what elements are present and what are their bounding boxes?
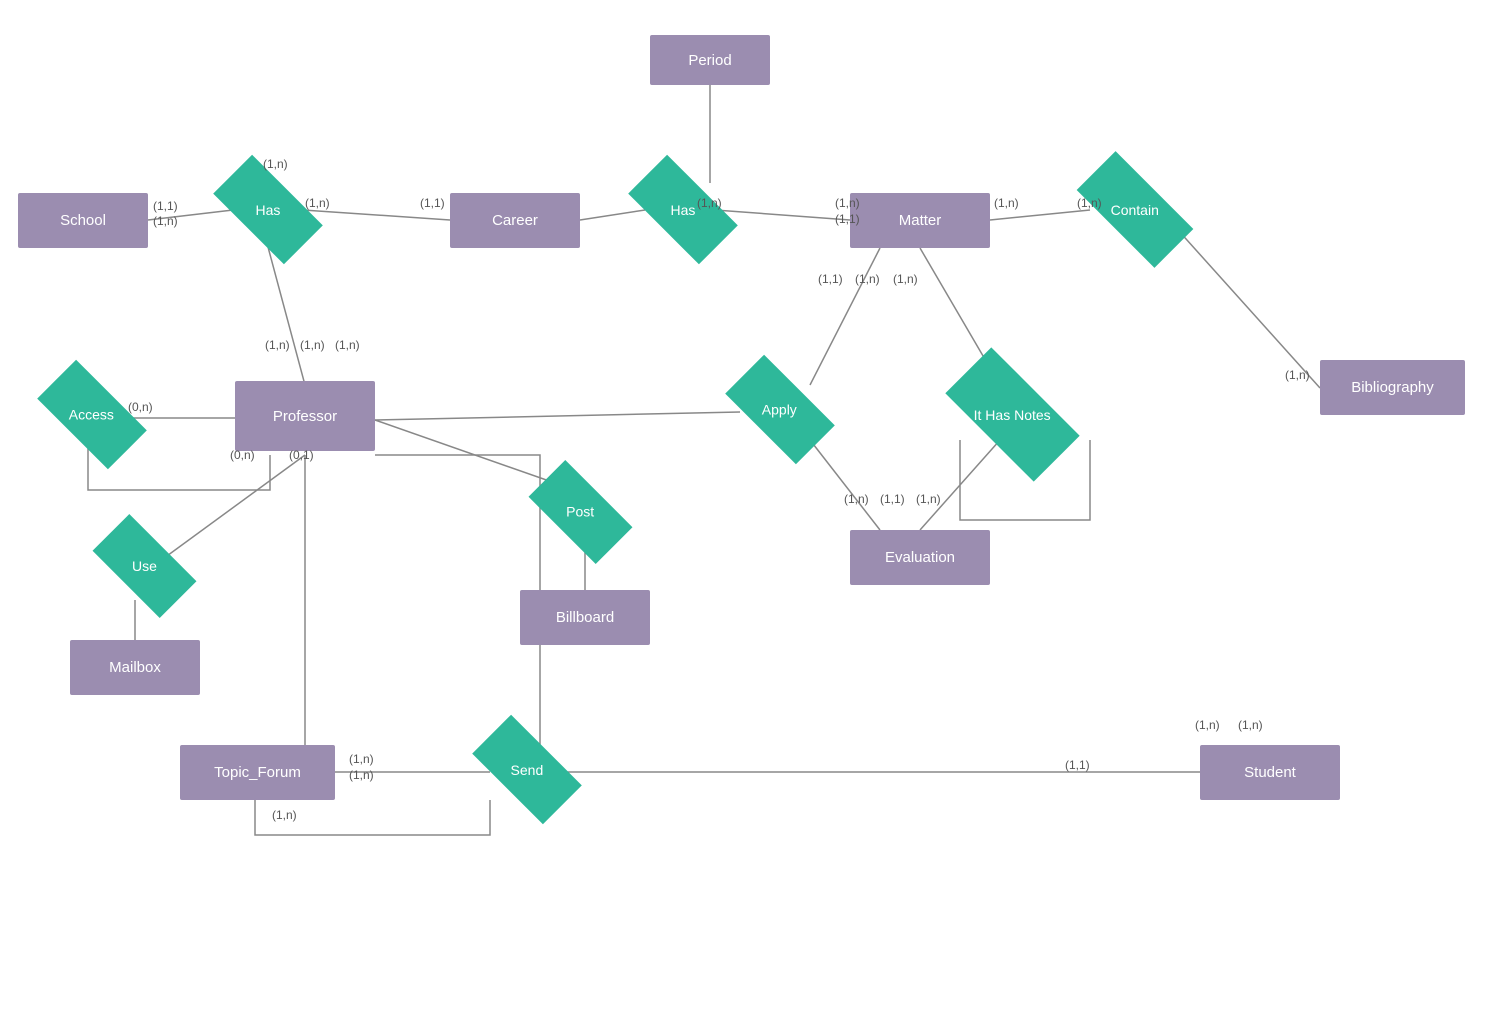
entity-student: Student bbox=[1200, 745, 1340, 800]
entity-billboard: Billboard bbox=[520, 590, 650, 645]
label-matter-contain: (1,n) bbox=[994, 196, 1019, 210]
entity-topic-forum: Topic_Forum bbox=[180, 745, 335, 800]
label-access-loop-2: (0,1) bbox=[289, 448, 314, 462]
label-eval-3: (1,n) bbox=[916, 492, 941, 506]
label-student-1: (1,n) bbox=[1195, 718, 1220, 732]
label-school-has1-2: (1,n) bbox=[153, 214, 178, 228]
label-professor-top-1: (1,n) bbox=[265, 338, 290, 352]
label-has1-career-1: (1,n) bbox=[305, 196, 330, 210]
label-has1-career-2: (1,1) bbox=[420, 196, 445, 210]
label-send-forum-1: (1,n) bbox=[349, 752, 374, 766]
entity-bibliography: Bibliography bbox=[1320, 360, 1465, 415]
label-send-student: (1,1) bbox=[1065, 758, 1090, 772]
label-has2-matter-1: (1,n) bbox=[835, 196, 860, 210]
entity-mailbox: Mailbox bbox=[70, 640, 200, 695]
connections-svg bbox=[0, 0, 1500, 1029]
label-has1-top: (1,n) bbox=[263, 157, 288, 171]
label-eval-2: (1,1) bbox=[880, 492, 905, 506]
label-forum-loop: (1,n) bbox=[272, 808, 297, 822]
relationship-it-has-notes: It Has Notes bbox=[945, 347, 1079, 481]
entity-period: Period bbox=[650, 35, 770, 85]
entity-professor: Professor bbox=[235, 381, 375, 451]
label-access-loop-1: (0,n) bbox=[230, 448, 255, 462]
er-diagram: School Career Matter Period Professor Bi… bbox=[0, 0, 1500, 1029]
label-professor-top-3: (1,n) bbox=[335, 338, 360, 352]
entity-school: School bbox=[18, 193, 148, 248]
relationship-use: Use bbox=[93, 514, 197, 618]
relationship-apply: Apply bbox=[725, 355, 835, 465]
label-has2-career: (1,n) bbox=[697, 196, 722, 210]
label-contain-bib: (1,n) bbox=[1285, 368, 1310, 382]
label-eval-1: (1,n) bbox=[844, 492, 869, 506]
relationship-post: Post bbox=[529, 460, 633, 564]
entity-matter: Matter bbox=[850, 193, 990, 248]
entity-career: Career bbox=[450, 193, 580, 248]
label-access-professor: (0,n) bbox=[128, 400, 153, 414]
relationship-access: Access bbox=[37, 360, 147, 470]
label-matter-apply-3: (1,n) bbox=[893, 272, 918, 286]
label-matter-apply-2: (1,n) bbox=[855, 272, 880, 286]
label-contain-left: (1,n) bbox=[1077, 196, 1102, 210]
label-has2-matter-2: (1,1) bbox=[835, 212, 860, 226]
relationship-send: Send bbox=[472, 715, 582, 825]
label-professor-top-2: (1,n) bbox=[300, 338, 325, 352]
label-school-has1-1: (1,1) bbox=[153, 199, 178, 213]
label-student-2: (1,n) bbox=[1238, 718, 1263, 732]
entity-evaluation: Evaluation bbox=[850, 530, 990, 585]
label-send-forum-2: (1,n) bbox=[349, 768, 374, 782]
label-matter-apply-1: (1,1) bbox=[818, 272, 843, 286]
